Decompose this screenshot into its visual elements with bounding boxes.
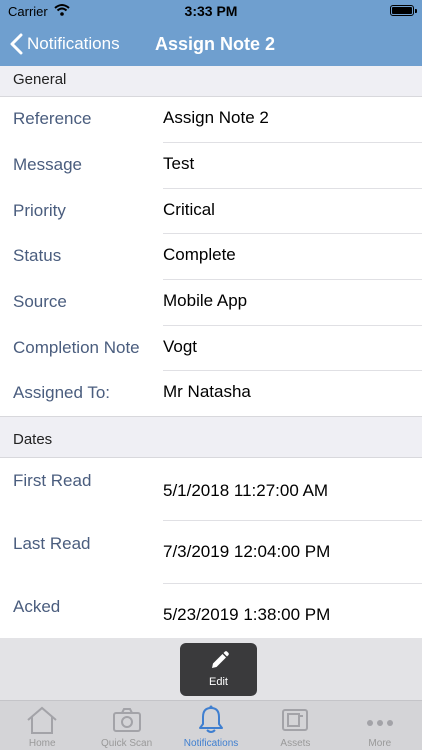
- row-label: Acked: [13, 597, 61, 616]
- row-label: First Read: [13, 471, 92, 490]
- row-label: Assigned To:: [13, 383, 111, 402]
- detail-row-source: Source Mobile App: [0, 280, 422, 326]
- box-icon: [281, 708, 309, 737]
- row-value: 5/1/2018 11:27:00 AM: [163, 481, 329, 500]
- row-label: Last Read: [13, 534, 91, 553]
- section-title: Dates: [13, 431, 53, 448]
- tab-bar: Home Quick Scan Notifications Assets Mor…: [0, 700, 422, 750]
- chevron-left-icon: [10, 33, 23, 55]
- section-title: General: [13, 71, 67, 88]
- battery-icon: [390, 5, 417, 16]
- row-value: Assign Note 2: [163, 108, 269, 127]
- row-label: Source: [13, 292, 67, 311]
- pencil-icon: [208, 650, 230, 677]
- section-header-general: General: [0, 66, 422, 97]
- tab-label: Quick Scan: [101, 738, 153, 749]
- section-header-dates: Dates: [0, 417, 422, 458]
- tab-quick-scan[interactable]: Quick Scan: [84, 701, 168, 750]
- row-label: Message: [13, 155, 82, 174]
- tab-label: Home: [28, 738, 56, 749]
- navigation-bar: Notifications Assign Note 2: [0, 22, 422, 66]
- house-icon: [25, 705, 59, 740]
- edit-button[interactable]: Edit: [180, 643, 257, 696]
- tab-label: Notifications: [183, 738, 239, 749]
- detail-row-assigned-to: Assigned To: Mr Natasha: [0, 371, 422, 417]
- detail-row-acked: Acked 5/23/2019 1:38:00 PM: [0, 584, 422, 638]
- detail-row-message: Message Test: [0, 143, 422, 189]
- row-value: 5/23/2019 1:38:00 PM: [163, 605, 331, 624]
- tab-home[interactable]: Home: [0, 701, 84, 750]
- row-value: Vogt: [163, 337, 198, 356]
- detail-row-last-read: Last Read 7/3/2019 12:04:00 PM: [0, 521, 422, 584]
- tab-notifications[interactable]: Notifications: [169, 701, 253, 750]
- clock-time: 3:33 PM: [184, 3, 238, 19]
- page-title: Assign Note 2: [155, 34, 276, 54]
- bell-icon: [198, 705, 224, 740]
- detail-row-reference: Reference Assign Note 2: [0, 97, 422, 143]
- more-icon: [366, 714, 394, 732]
- status-bar: Carrier 3:33 PM: [0, 0, 422, 22]
- row-value: Mr Natasha: [163, 382, 251, 401]
- row-label: Reference: [13, 109, 92, 128]
- tab-label: Assets: [280, 738, 311, 749]
- edit-button-label: Edit: [209, 676, 228, 688]
- row-value: Complete: [163, 245, 236, 264]
- tab-more[interactable]: More: [338, 701, 422, 750]
- detail-row-completion-note: Completion Note Vogt: [0, 326, 422, 371]
- row-value: 7/3/2019 12:04:00 PM: [163, 542, 331, 561]
- row-value: Test: [163, 154, 195, 173]
- tab-assets[interactable]: Assets: [253, 701, 337, 750]
- detail-row-status: Status Complete: [0, 234, 422, 280]
- row-label: Priority: [13, 201, 66, 220]
- row-label: Status: [13, 246, 62, 265]
- detail-row-priority: Priority Critical: [0, 189, 422, 234]
- row-label: Completion Note: [13, 338, 140, 357]
- row-value: Mobile App: [163, 291, 248, 310]
- camera-icon: [112, 708, 141, 737]
- row-value: Critical: [163, 200, 215, 219]
- detail-row-first-read: First Read 5/1/2018 11:27:00 AM: [0, 458, 422, 521]
- back-button[interactable]: Notifications: [10, 22, 120, 66]
- back-button-label: Notifications: [27, 34, 120, 53]
- tab-label: More: [368, 738, 392, 749]
